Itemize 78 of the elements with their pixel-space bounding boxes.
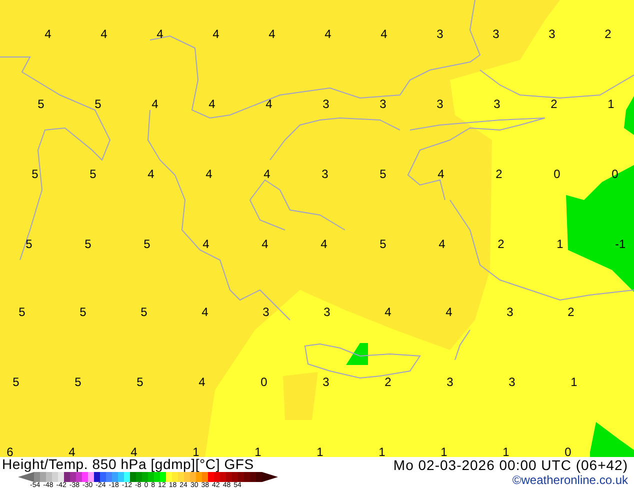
temperature-value: 2 xyxy=(497,237,505,251)
temperature-value: 3 xyxy=(379,97,387,111)
temperature-value: 4 xyxy=(205,167,213,181)
temperature-value: 5 xyxy=(25,237,33,251)
temperature-value: 1 xyxy=(378,445,386,457)
temperature-value: 5 xyxy=(18,305,26,319)
temperature-value: 3 xyxy=(323,305,331,319)
temperature-value: 1 xyxy=(502,445,510,457)
temperature-value: 4 xyxy=(202,237,210,251)
temperature-value: 5 xyxy=(143,237,151,251)
temperature-value: 4 xyxy=(201,305,209,319)
temperature-value: 3 xyxy=(322,97,330,111)
temperature-value: 3 xyxy=(436,27,444,41)
temperature-value: 1 xyxy=(556,237,564,251)
temperature-value: 4 xyxy=(268,27,276,41)
temperature-value: 3 xyxy=(493,97,501,111)
temperature-value: 1 xyxy=(192,445,200,457)
temperature-value: 6 xyxy=(6,445,14,457)
temperature-value: 4 xyxy=(263,167,271,181)
temperature-value: 4 xyxy=(198,375,206,389)
temperature-value: 4 xyxy=(208,97,216,111)
temperature-value: 2 xyxy=(550,97,558,111)
temperature-value: 4 xyxy=(438,237,446,251)
temperature-value: 4 xyxy=(324,27,332,41)
temperature-value: 3 xyxy=(322,375,330,389)
temperature-value: 0 xyxy=(564,445,572,457)
temperature-value: 5 xyxy=(136,375,144,389)
temperature-value: 4 xyxy=(68,445,76,457)
temperature-value: 4 xyxy=(320,237,328,251)
temperature-value: 3 xyxy=(262,305,270,319)
temperature-value: 4 xyxy=(437,167,445,181)
temperature-value: 2 xyxy=(567,305,575,319)
temperature-value: 3 xyxy=(492,27,500,41)
temperature-value: 4 xyxy=(261,237,269,251)
temperature-value: -1 xyxy=(615,237,626,251)
temperature-value: 4 xyxy=(445,305,453,319)
temperature-value: 5 xyxy=(12,375,20,389)
temperature-value: 1 xyxy=(440,445,448,457)
credit-link[interactable]: ©weatheronline.co.uk xyxy=(512,473,628,488)
temperature-value: 3 xyxy=(506,305,514,319)
temperature-value: 1 xyxy=(570,375,578,389)
temperature-value: 5 xyxy=(140,305,148,319)
temperature-value: 4 xyxy=(44,27,52,41)
temperature-value: 1 xyxy=(254,445,262,457)
triangle-icon xyxy=(18,472,34,482)
temperature-value: 3 xyxy=(321,167,329,181)
temperature-value: 5 xyxy=(31,167,39,181)
temperature-value: 1 xyxy=(607,97,615,111)
temperature-value: 0 xyxy=(553,167,561,181)
forecast-datetime: Mo 02-03-2026 00:00 UTC (06+42) xyxy=(393,457,628,473)
temperature-value: 4 xyxy=(151,97,159,111)
temperature-value: 3 xyxy=(508,375,516,389)
temperature-value: 3 xyxy=(548,27,556,41)
temperature-value: 2 xyxy=(495,167,503,181)
temperature-value: 1 xyxy=(316,445,324,457)
temperature-value: 2 xyxy=(384,375,392,389)
temperature-value: 5 xyxy=(379,237,387,251)
temperature-value: 0 xyxy=(260,375,268,389)
temperature-value: 4 xyxy=(100,27,108,41)
temperature-value: 4 xyxy=(265,97,273,111)
temperature-value: 5 xyxy=(379,167,387,181)
temperature-value: 5 xyxy=(84,237,92,251)
temperature-value: 5 xyxy=(74,375,82,389)
map-title: Height/Temp. 850 hPa [gdmp][°C] GFS xyxy=(2,457,255,472)
temperature-value: 4 xyxy=(130,445,138,457)
temperature-value: 5 xyxy=(94,97,102,111)
temperature-value: 4 xyxy=(212,27,220,41)
temperature-value: 5 xyxy=(37,97,45,111)
temperature-value: 3 xyxy=(446,375,454,389)
triangle-icon xyxy=(262,472,278,482)
temperature-value: 3 xyxy=(436,97,444,111)
temperature-value: 4 xyxy=(147,167,155,181)
temperature-value: 2 xyxy=(604,27,612,41)
temperature-value: 4 xyxy=(380,27,388,41)
temperature-value: 4 xyxy=(156,27,164,41)
temperature-value: 5 xyxy=(89,167,97,181)
temperature-value: 4 xyxy=(384,305,392,319)
temperature-value: 5 xyxy=(79,305,87,319)
